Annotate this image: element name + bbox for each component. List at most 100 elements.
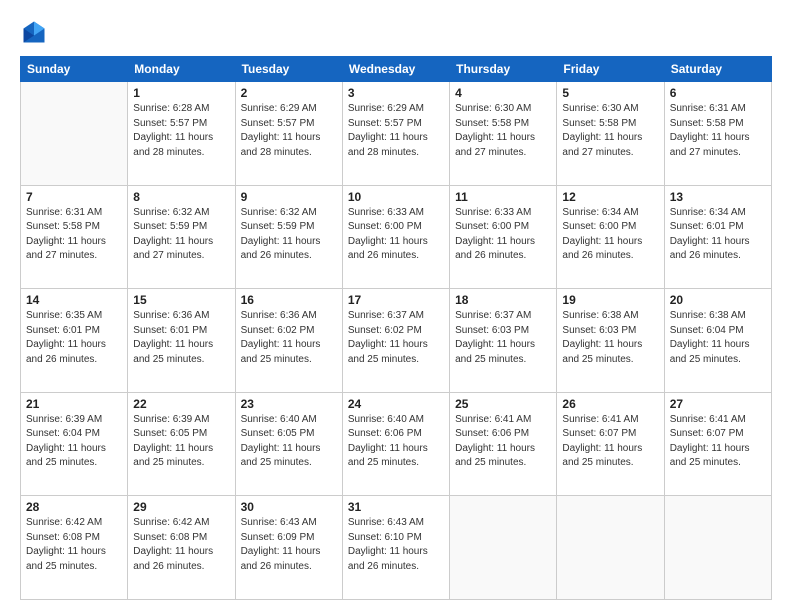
day-info: Sunrise: 6:30 AM Sunset: 5:58 PM Dayligh… [562, 102, 658, 160]
day-number: 7 [26, 190, 122, 204]
calendar-cell: 14 Sunrise: 6:35 AM Sunset: 6:01 PM Dayli… [21, 289, 128, 393]
day-number: 30 [241, 500, 337, 514]
calendar-cell: 23Sunrise: 6:40 AM Sunset: 6:05 PM Dayli… [235, 392, 342, 496]
day-info: Sunrise: 6:43 AM Sunset: 6:09 PM Dayligh… [241, 516, 337, 574]
day-number: 2 [241, 86, 337, 100]
calendar-cell [450, 496, 557, 600]
calendar-weekday-saturday: Saturday [664, 57, 771, 82]
day-number: 25 [455, 397, 551, 411]
calendar-cell: 29Sunrise: 6:42 AM Sunset: 6:08 PM Dayli… [128, 496, 235, 600]
day-info: Sunrise: 6:36 AM Sunset: 6:01 PM Dayligh… [133, 309, 229, 367]
calendar-cell: 8 Sunrise: 6:32 AM Sunset: 5:59 PM Daylig… [128, 185, 235, 289]
calendar-cell: 22Sunrise: 6:39 AM Sunset: 6:05 PM Dayli… [128, 392, 235, 496]
calendar-cell: 24 Sunrise: 6:40 AM Sunset: 6:06 PM Dayli… [342, 392, 449, 496]
day-info: Sunrise: 6:36 AM Sunset: 6:02 PM Dayligh… [241, 309, 337, 367]
day-info: Sunrise: 6:34 AM Sunset: 6:00 PM Dayligh… [562, 206, 658, 264]
calendar-cell [21, 82, 128, 186]
calendar-header-row: SundayMondayTuesdayWednesdayThursdayFrid… [21, 57, 772, 82]
day-number: 10 [348, 190, 444, 204]
calendar-weekday-sunday: Sunday [21, 57, 128, 82]
day-info: Sunrise: 6:39 AM Sunset: 6:04 PM Dayligh… [26, 413, 122, 471]
day-info: Sunrise: 6:35 AM Sunset: 6:01 PM Dayligh… [26, 309, 122, 367]
calendar-cell: 12 Sunrise: 6:34 AM Sunset: 6:00 PM Dayli… [557, 185, 664, 289]
day-info: Sunrise: 6:41 AM Sunset: 6:07 PM Dayligh… [670, 413, 766, 471]
day-number: 28 [26, 500, 122, 514]
calendar-weekday-tuesday: Tuesday [235, 57, 342, 82]
day-info: Sunrise: 6:34 AM Sunset: 6:01 PM Dayligh… [670, 206, 766, 264]
calendar-cell: 15 Sunrise: 6:36 AM Sunset: 6:01 PM Dayli… [128, 289, 235, 393]
day-number: 19 [562, 293, 658, 307]
day-number: 26 [562, 397, 658, 411]
day-info: Sunrise: 6:33 AM Sunset: 6:00 PM Dayligh… [455, 206, 551, 264]
day-number: 17 [348, 293, 444, 307]
calendar-cell: 30 Sunrise: 6:43 AM Sunset: 6:09 PM Dayli… [235, 496, 342, 600]
calendar-cell: 18Sunrise: 6:37 AM Sunset: 6:03 PM Dayli… [450, 289, 557, 393]
day-number: 22 [133, 397, 229, 411]
day-number: 15 [133, 293, 229, 307]
day-info: Sunrise: 6:37 AM Sunset: 6:02 PM Dayligh… [348, 309, 444, 367]
day-number: 31 [348, 500, 444, 514]
day-number: 8 [133, 190, 229, 204]
calendar-body: 1 Sunrise: 6:28 AM Sunset: 5:57 PM Daylig… [21, 82, 772, 600]
header [20, 18, 772, 46]
calendar-week-0: 1 Sunrise: 6:28 AM Sunset: 5:57 PM Daylig… [21, 82, 772, 186]
calendar-cell: 5Sunrise: 6:30 AM Sunset: 5:58 PM Daylig… [557, 82, 664, 186]
calendar-cell: 16Sunrise: 6:36 AM Sunset: 6:02 PM Dayli… [235, 289, 342, 393]
day-number: 24 [348, 397, 444, 411]
day-number: 27 [670, 397, 766, 411]
calendar-cell [664, 496, 771, 600]
calendar-cell: 27 Sunrise: 6:41 AM Sunset: 6:07 PM Dayli… [664, 392, 771, 496]
calendar-week-1: 7Sunrise: 6:31 AM Sunset: 5:58 PM Daylig… [21, 185, 772, 289]
day-info: Sunrise: 6:41 AM Sunset: 6:06 PM Dayligh… [455, 413, 551, 471]
day-number: 11 [455, 190, 551, 204]
day-info: Sunrise: 6:38 AM Sunset: 6:04 PM Dayligh… [670, 309, 766, 367]
calendar-cell: 25 Sunrise: 6:41 AM Sunset: 6:06 PM Dayli… [450, 392, 557, 496]
day-number: 21 [26, 397, 122, 411]
calendar-cell: 3 Sunrise: 6:29 AM Sunset: 5:57 PM Daylig… [342, 82, 449, 186]
logo [20, 18, 52, 46]
day-number: 14 [26, 293, 122, 307]
calendar-cell: 7Sunrise: 6:31 AM Sunset: 5:58 PM Daylig… [21, 185, 128, 289]
day-info: Sunrise: 6:30 AM Sunset: 5:58 PM Dayligh… [455, 102, 551, 160]
day-info: Sunrise: 6:42 AM Sunset: 6:08 PM Dayligh… [133, 516, 229, 574]
calendar-cell: 13 Sunrise: 6:34 AM Sunset: 6:01 PM Dayli… [664, 185, 771, 289]
calendar-cell: 1 Sunrise: 6:28 AM Sunset: 5:57 PM Daylig… [128, 82, 235, 186]
day-info: Sunrise: 6:38 AM Sunset: 6:03 PM Dayligh… [562, 309, 658, 367]
calendar-cell: 6Sunrise: 6:31 AM Sunset: 5:58 PM Daylig… [664, 82, 771, 186]
calendar-cell: 17 Sunrise: 6:37 AM Sunset: 6:02 PM Dayli… [342, 289, 449, 393]
day-info: Sunrise: 6:42 AM Sunset: 6:08 PM Dayligh… [26, 516, 122, 574]
day-number: 12 [562, 190, 658, 204]
day-info: Sunrise: 6:32 AM Sunset: 5:59 PM Dayligh… [241, 206, 337, 264]
calendar-week-4: 28 Sunrise: 6:42 AM Sunset: 6:08 PM Dayli… [21, 496, 772, 600]
calendar-weekday-friday: Friday [557, 57, 664, 82]
calendar-cell: 10 Sunrise: 6:33 AM Sunset: 6:00 PM Dayli… [342, 185, 449, 289]
calendar-cell: 19 Sunrise: 6:38 AM Sunset: 6:03 PM Dayli… [557, 289, 664, 393]
day-number: 1 [133, 86, 229, 100]
calendar-cell: 11 Sunrise: 6:33 AM Sunset: 6:00 PM Dayli… [450, 185, 557, 289]
calendar-cell: 4 Sunrise: 6:30 AM Sunset: 5:58 PM Daylig… [450, 82, 557, 186]
day-number: 3 [348, 86, 444, 100]
calendar-weekday-monday: Monday [128, 57, 235, 82]
day-info: Sunrise: 6:32 AM Sunset: 5:59 PM Dayligh… [133, 206, 229, 264]
calendar-weekday-wednesday: Wednesday [342, 57, 449, 82]
calendar-header: SundayMondayTuesdayWednesdayThursdayFrid… [21, 57, 772, 82]
day-info: Sunrise: 6:40 AM Sunset: 6:05 PM Dayligh… [241, 413, 337, 471]
day-info: Sunrise: 6:40 AM Sunset: 6:06 PM Dayligh… [348, 413, 444, 471]
day-number: 4 [455, 86, 551, 100]
day-info: Sunrise: 6:29 AM Sunset: 5:57 PM Dayligh… [241, 102, 337, 160]
calendar-cell: 21 Sunrise: 6:39 AM Sunset: 6:04 PM Dayli… [21, 392, 128, 496]
day-number: 20 [670, 293, 766, 307]
logo-icon [20, 18, 48, 46]
page: SundayMondayTuesdayWednesdayThursdayFrid… [0, 0, 792, 612]
day-info: Sunrise: 6:37 AM Sunset: 6:03 PM Dayligh… [455, 309, 551, 367]
day-info: Sunrise: 6:28 AM Sunset: 5:57 PM Dayligh… [133, 102, 229, 160]
day-info: Sunrise: 6:41 AM Sunset: 6:07 PM Dayligh… [562, 413, 658, 471]
calendar-cell: 2 Sunrise: 6:29 AM Sunset: 5:57 PM Daylig… [235, 82, 342, 186]
day-info: Sunrise: 6:29 AM Sunset: 5:57 PM Dayligh… [348, 102, 444, 160]
calendar-cell: 28 Sunrise: 6:42 AM Sunset: 6:08 PM Dayli… [21, 496, 128, 600]
day-number: 13 [670, 190, 766, 204]
calendar-cell [557, 496, 664, 600]
calendar-week-3: 21 Sunrise: 6:39 AM Sunset: 6:04 PM Dayli… [21, 392, 772, 496]
calendar-week-2: 14 Sunrise: 6:35 AM Sunset: 6:01 PM Dayli… [21, 289, 772, 393]
day-info: Sunrise: 6:33 AM Sunset: 6:00 PM Dayligh… [348, 206, 444, 264]
